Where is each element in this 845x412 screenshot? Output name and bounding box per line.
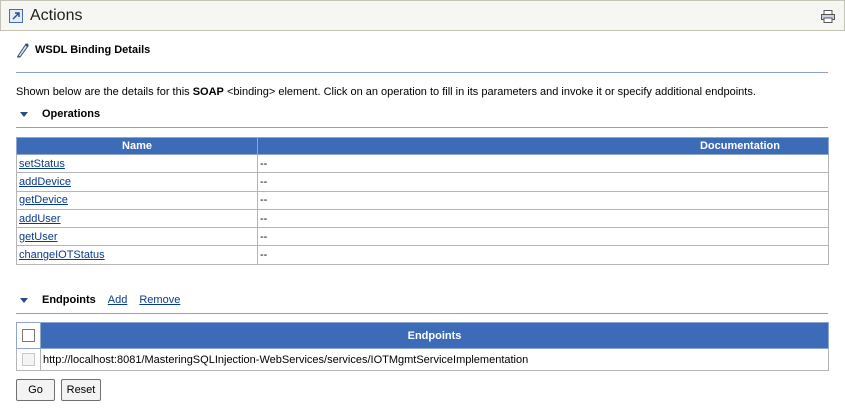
divider: [16, 127, 828, 128]
operation-doc: --: [257, 227, 829, 247]
operation-link-setstatus[interactable]: setStatus: [19, 158, 65, 170]
endpoint-url: http://localhost:8081/MasteringSQLInject…: [40, 348, 829, 371]
wsdl-binding-heading: WSDL Binding Details: [16, 42, 150, 58]
table-row: http://localhost:8081/MasteringSQLInject…: [16, 348, 829, 371]
external-link-icon: [9, 8, 23, 23]
column-header-name: Name: [16, 137, 258, 155]
add-endpoint-link[interactable]: Add: [108, 294, 128, 306]
operations-title: Operations: [42, 108, 101, 120]
operation-link-getuser[interactable]: getUser: [19, 231, 58, 243]
table-row: addDevice --: [16, 172, 829, 192]
column-header-endpoints: Endpoints: [40, 322, 829, 349]
operations-table: Name Documentation setStatus -- addDevic…: [16, 137, 829, 265]
table-row: setStatus --: [16, 153, 829, 174]
divider: [16, 313, 828, 314]
operation-doc: --: [257, 172, 829, 192]
operation-doc: --: [257, 190, 829, 210]
operation-link-adddevice[interactable]: addDevice: [19, 176, 71, 188]
endpoints-title: Endpoints: [42, 294, 96, 306]
operation-link-adduser[interactable]: addUser: [19, 213, 61, 225]
reset-button[interactable]: Reset: [61, 379, 101, 401]
table-row: getUser --: [16, 227, 829, 247]
actions-titlebar: Actions: [0, 0, 845, 31]
actions-title: Actions: [30, 6, 83, 24]
go-button[interactable]: Go: [16, 379, 55, 401]
wsdl-binding-icon: [17, 43, 29, 58]
endpoints-table: Endpoints http://localhost:8081/Masterin…: [16, 322, 829, 371]
collapse-triangle-icon[interactable]: [20, 111, 28, 117]
endpoint-checkbox[interactable]: [22, 353, 35, 366]
operation-link-changeiotstatus[interactable]: changeIOTStatus: [19, 249, 105, 261]
select-all-checkbox[interactable]: [22, 329, 35, 342]
operation-doc: --: [257, 208, 829, 229]
collapse-triangle-icon[interactable]: [20, 297, 28, 303]
operation-doc: --: [257, 245, 829, 265]
column-header-documentation: Documentation: [257, 137, 829, 155]
table-row: getDevice --: [16, 190, 829, 210]
operation-doc: --: [257, 153, 829, 174]
endpoints-section-header: Endpoints Add Remove: [16, 294, 180, 306]
select-all-cell: [16, 322, 41, 349]
table-row: addUser --: [16, 208, 829, 229]
operations-section-header[interactable]: Operations: [16, 108, 100, 120]
remove-endpoint-link[interactable]: Remove: [139, 294, 180, 306]
table-row: changeIOTStatus --: [16, 245, 829, 265]
binding-description: Shown below are the details for this SOA…: [16, 86, 756, 98]
divider: [16, 72, 828, 73]
print-icon[interactable]: [821, 10, 835, 23]
operation-link-getdevice[interactable]: getDevice: [19, 194, 68, 206]
wsdl-binding-title: WSDL Binding Details: [35, 44, 151, 56]
